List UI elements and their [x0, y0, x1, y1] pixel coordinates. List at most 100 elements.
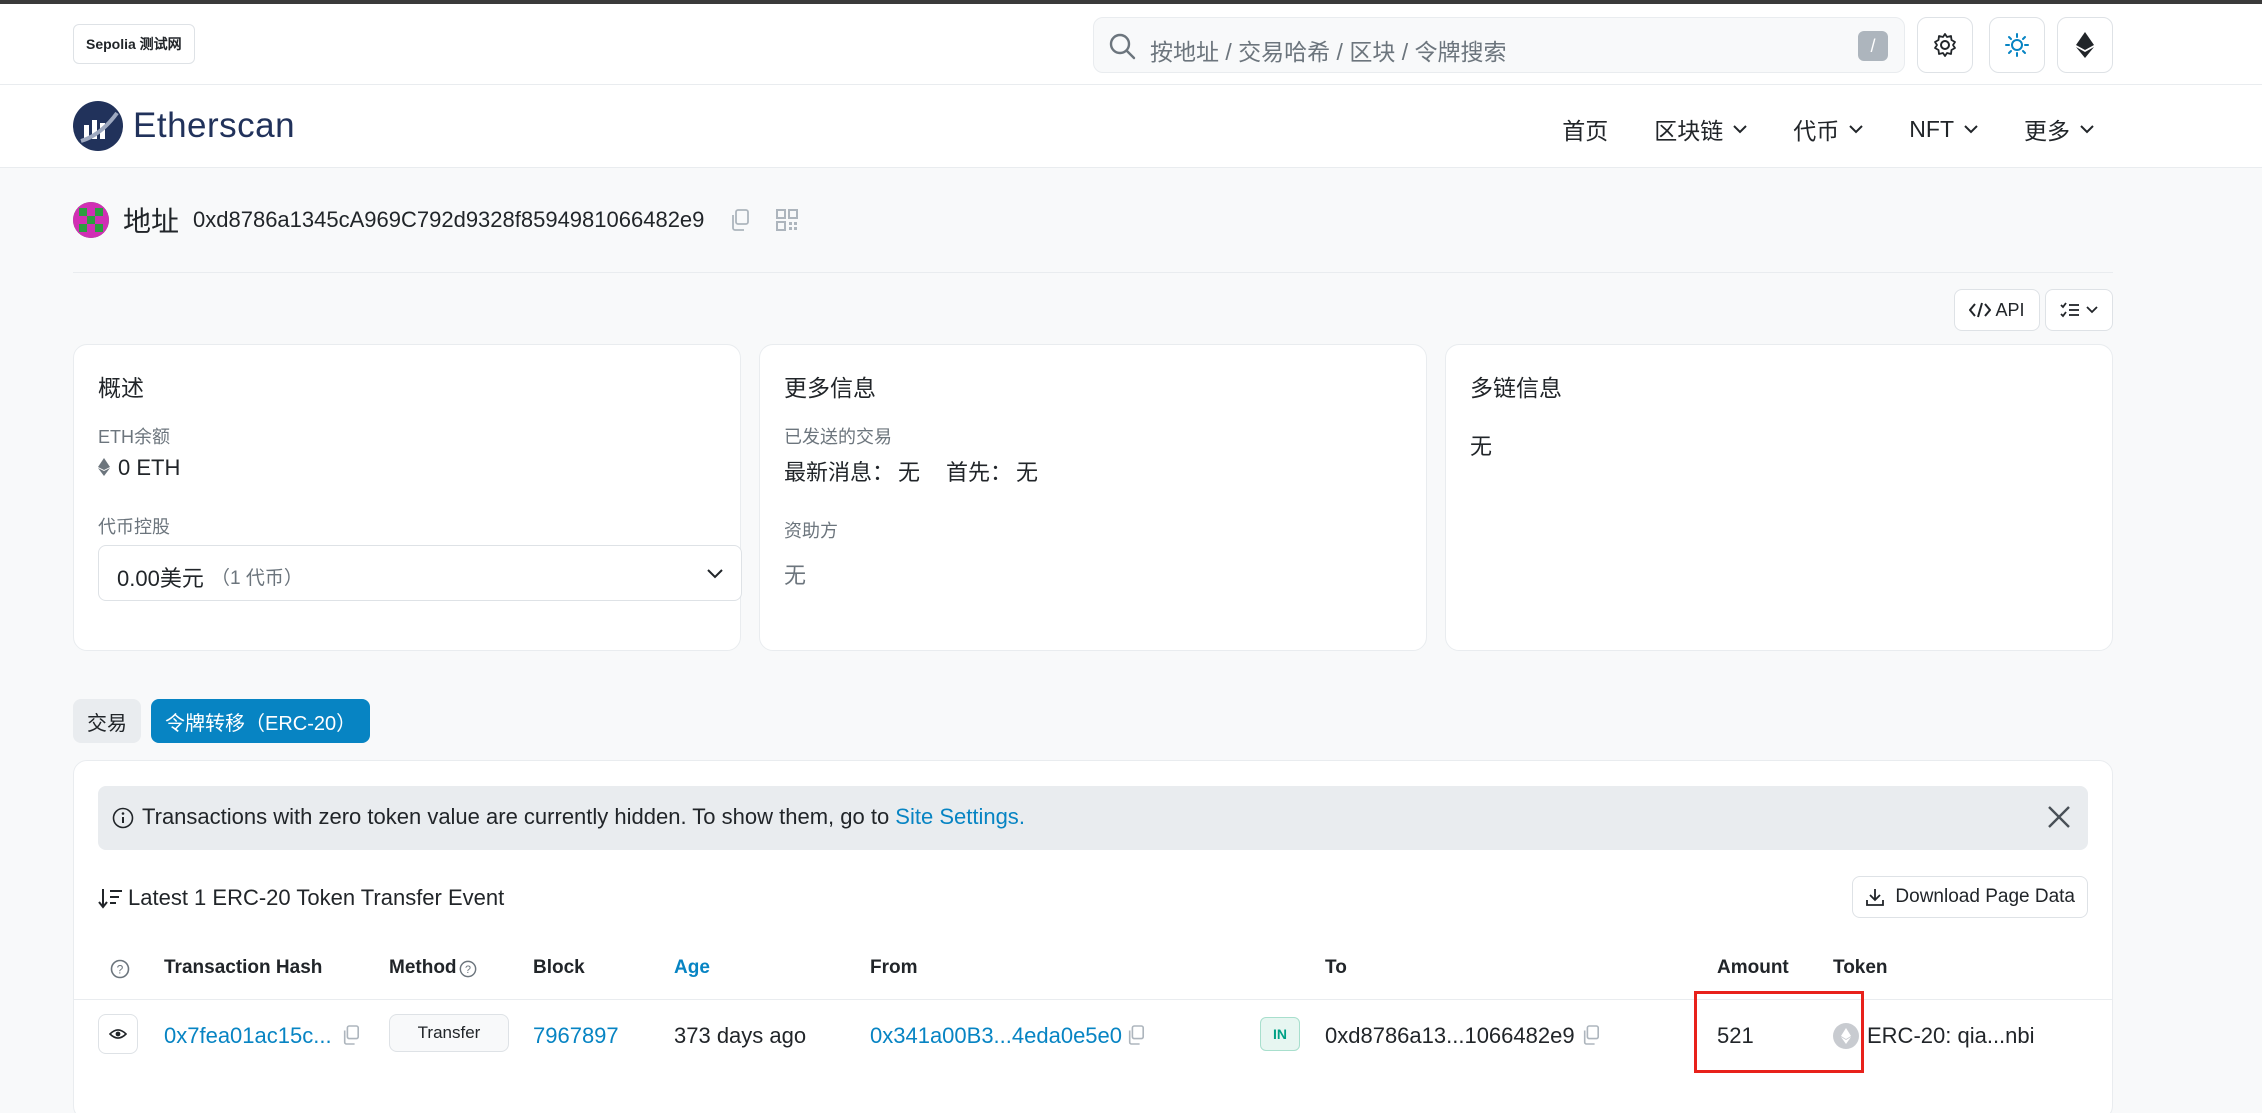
latest-value: 无 — [898, 460, 921, 485]
code-icon — [1969, 302, 1992, 318]
main-navbar: Etherscan 首页 区块链 代币 NFT 更多 — [0, 85, 2262, 168]
close-icon[interactable] — [2046, 804, 2072, 830]
nav-menu: 首页 区块链 代币 NFT 更多 — [1516, 112, 2094, 146]
column-header-method: Method — [389, 957, 457, 978]
section-divider — [73, 272, 2113, 273]
brand-name: Etherscan — [133, 106, 296, 145]
column-header-amount: Amount — [1717, 957, 1789, 978]
address-header: 地址 0xd8786a1345cA969C792d9328f8594981066… — [73, 199, 799, 241]
latest-label: 最新消息： — [784, 460, 895, 485]
copy-icon[interactable] — [1582, 1025, 1600, 1045]
download-icon — [1866, 889, 1885, 906]
summary-text: Latest 1 ERC-20 Token Transfer Event — [128, 885, 505, 910]
nav-item-tokens[interactable]: 代币 — [1793, 112, 1863, 146]
nav-item-nft[interactable]: NFT — [1909, 112, 1978, 146]
network-switch-button[interactable] — [2057, 17, 2113, 73]
tab-transactions[interactable]: 交易 — [73, 699, 141, 743]
chevron-down-icon — [2080, 125, 2094, 134]
search-bar[interactable]: 按地址 / 交易哈希 / 区块 / 令牌搜索 / — [1093, 17, 1905, 73]
list-options-button[interactable] — [2045, 289, 2113, 331]
block-link[interactable]: 7967897 — [533, 1023, 619, 1049]
api-button[interactable]: API — [1954, 289, 2040, 331]
ethereum-icon — [98, 458, 110, 476]
nav-item-home[interactable]: 首页 — [1562, 112, 1608, 146]
notice-suffix: . — [1018, 804, 1025, 829]
gear-icon — [1934, 33, 1956, 57]
help-icon[interactable]: ? — [459, 960, 477, 978]
token-holdings-count: （1 代币） — [211, 568, 303, 589]
info-icon — [112, 807, 134, 829]
transaction-hash-link[interactable]: 0x7fea01ac15c... — [164, 1023, 332, 1049]
settings-button[interactable] — [1917, 17, 1973, 73]
column-header-block: Block — [533, 957, 585, 978]
search-icon — [1109, 33, 1136, 60]
chevron-down-icon — [707, 569, 723, 579]
tab-erc20-transfers[interactable]: 令牌转移（ERC-20） — [151, 699, 371, 743]
method-badge: Transfer — [389, 1014, 509, 1052]
column-header-hash: Transaction Hash — [164, 957, 323, 978]
token-holdings-label: 代币控股 — [98, 517, 170, 537]
search-shortcut-key: / — [1858, 31, 1888, 61]
funded-by-value: 无 — [784, 563, 807, 588]
more-info-title: 更多信息 — [784, 375, 876, 401]
chevron-down-icon — [2086, 306, 2098, 314]
multichain-title: 多链信息 — [1470, 375, 1562, 401]
network-badge[interactable]: Sepolia 测试网 — [73, 24, 195, 64]
sent-transactions-label: 已发送的交易 — [784, 427, 892, 447]
etherscan-logo-icon — [73, 101, 123, 151]
token-name[interactable]: ERC-20: qia...nbi — [1867, 1023, 2035, 1049]
svg-text:?: ? — [117, 963, 124, 977]
chevron-down-icon — [1733, 125, 1747, 134]
qr-code-icon[interactable] — [776, 209, 799, 231]
copy-icon[interactable] — [730, 209, 750, 231]
overview-title: 概述 — [98, 375, 144, 401]
chevron-down-icon — [1964, 125, 1978, 134]
header-top: Sepolia 测试网 按地址 / 交易哈希 / 区块 / 令牌搜索 / — [0, 4, 2262, 85]
column-header-to: To — [1325, 957, 1347, 978]
column-header-age[interactable]: Age — [674, 957, 710, 979]
from-address-link[interactable]: 0x341a00B3...4eda0e5e0 — [870, 1023, 1122, 1049]
svg-text:?: ? — [465, 964, 471, 976]
help-icon[interactable]: ? — [110, 959, 130, 979]
search-input[interactable]: 按地址 / 交易哈希 / 区块 / 令牌搜索 — [1150, 33, 1507, 67]
page-title: 地址 — [123, 206, 180, 237]
etherscan-logo[interactable]: Etherscan — [73, 99, 295, 153]
first-value: 无 — [1016, 460, 1039, 485]
amount-highlight-box — [1694, 991, 1864, 1073]
first-label: 首先： — [946, 460, 1013, 485]
sort-icon — [98, 889, 122, 909]
avatar — [73, 202, 109, 238]
token-holdings-value: 0.00美元 — [117, 566, 204, 591]
notice-text: Transactions with zero token value are c… — [142, 804, 896, 829]
token-transfers-panel: Transactions with zero token value are c… — [73, 760, 2113, 1113]
eth-balance-value: 0 ETH — [118, 455, 181, 480]
checklist-icon — [2060, 302, 2079, 318]
transfer-summary: Latest 1 ERC-20 Token Transfer Event — [98, 885, 504, 911]
age-value: 373 days ago — [674, 1023, 807, 1048]
column-header-from: From — [870, 957, 918, 978]
funded-by-label: 资助方 — [784, 521, 838, 541]
direction-badge: IN — [1260, 1017, 1300, 1051]
more-info-card: 更多信息 已发送的交易 最新消息： 无 首先： 无 资助方 无 — [759, 344, 1427, 651]
copy-icon[interactable] — [342, 1025, 360, 1045]
eth-balance-label: ETH余额 — [98, 427, 170, 447]
overview-card: 概述 ETH余额 0 ETH 代币控股 0.00美元 （1 代币） — [73, 344, 742, 651]
nav-item-blockchain[interactable]: 区块链 — [1654, 112, 1747, 146]
multichain-card: 多链信息 无 — [1445, 344, 2113, 651]
to-address-value: 0xd8786a13...1066482e9 — [1325, 1023, 1575, 1048]
column-header-token: Token — [1833, 957, 1888, 978]
ethereum-icon — [2076, 32, 2094, 58]
theme-toggle-button[interactable] — [1989, 17, 2045, 73]
token-holdings-dropdown[interactable]: 0.00美元 （1 代币） — [98, 545, 742, 601]
nav-item-more[interactable]: 更多 — [2024, 112, 2094, 146]
copy-icon[interactable] — [1127, 1025, 1145, 1045]
multichain-value: 无 — [1470, 434, 1493, 459]
eye-icon — [109, 1029, 127, 1039]
site-settings-link[interactable]: Site Settings — [895, 804, 1019, 829]
sun-icon — [2005, 33, 2029, 57]
hidden-transactions-notice: Transactions with zero token value are c… — [98, 786, 2088, 850]
chevron-down-icon — [1849, 125, 1863, 134]
download-page-data-button[interactable]: Download Page Data — [1852, 876, 2088, 918]
view-details-button[interactable] — [98, 1014, 138, 1054]
address-value: 0xd8786a1345cA969C792d9328f8594981066482… — [193, 207, 705, 232]
